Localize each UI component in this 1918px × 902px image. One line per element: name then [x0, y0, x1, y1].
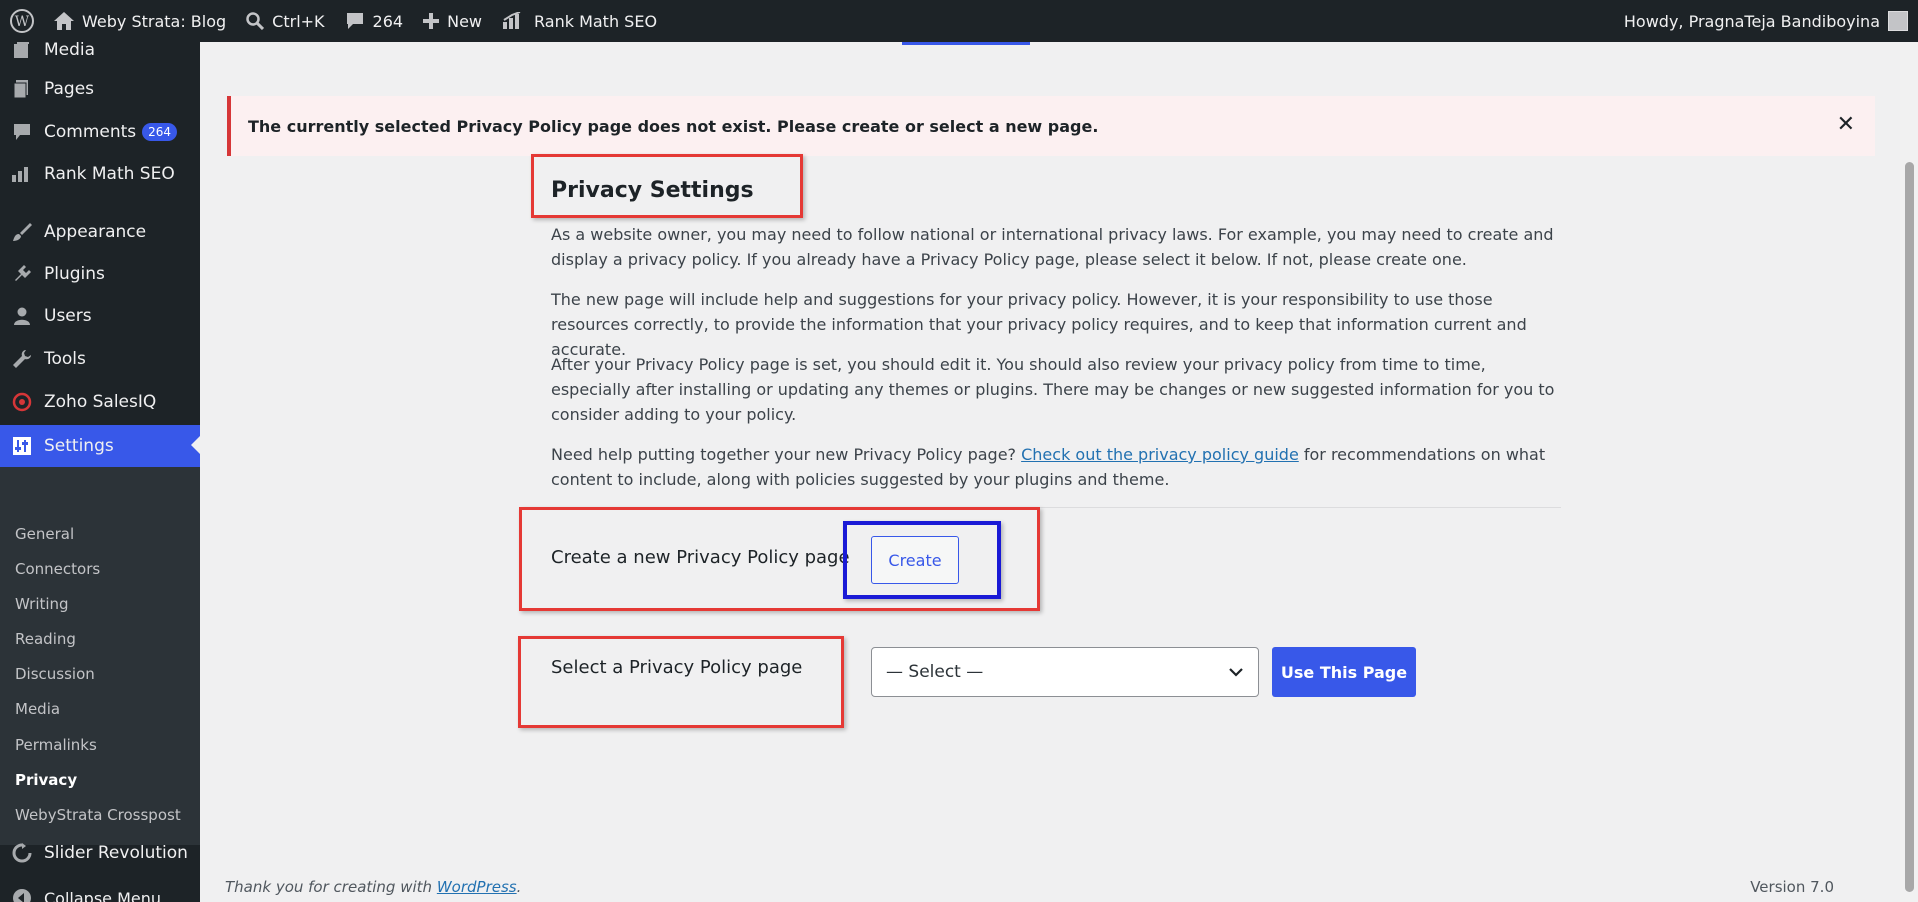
collapse-menu-button[interactable]: Collapse Menu — [0, 878, 200, 902]
menu-item-settings[interactable]: Settings — [0, 425, 200, 467]
comments-link[interactable]: 264 — [335, 0, 414, 42]
privacy-policy-guide-link[interactable]: Check out the privacy policy guide — [1021, 445, 1299, 464]
home-icon — [54, 12, 74, 30]
menu-item-users[interactable]: Users — [0, 296, 200, 336]
menu-item-appearance[interactable]: Appearance — [0, 212, 200, 252]
menu-item-plugins[interactable]: Plugins — [0, 254, 200, 294]
wordpress-link[interactable]: WordPress — [437, 878, 517, 896]
rankmath-icon — [0, 165, 44, 183]
settings-submenu: General Connectors Writing Reading Discu… — [0, 467, 200, 845]
select-page-label: Select a Privacy Policy page — [551, 657, 803, 678]
appearance-icon — [0, 222, 44, 242]
search-icon — [246, 12, 265, 30]
comments-icon — [0, 122, 44, 142]
menu-item-pages[interactable]: Pages — [0, 69, 200, 109]
wrench-icon — [0, 349, 44, 369]
submenu-connectors[interactable]: Connectors — [15, 560, 100, 578]
create-button[interactable]: Create — [871, 536, 959, 584]
submenu-general[interactable]: General — [15, 525, 74, 543]
command-palette-search[interactable]: Ctrl+K — [236, 0, 334, 42]
page-title: Privacy Settings — [551, 178, 754, 203]
privacy-page-select[interactable]: — Select — — [871, 647, 1259, 697]
submenu-permalinks[interactable]: Permalinks — [15, 736, 97, 754]
annotation-box-select — [518, 636, 844, 728]
error-notice: The currently selected Privacy Policy pa… — [227, 96, 1875, 156]
active-tab-indicator — [902, 42, 1030, 45]
submenu-privacy[interactable]: Privacy — [15, 771, 77, 789]
menu-item-rank-math[interactable]: Rank Math SEO — [0, 154, 200, 194]
create-page-label: Create a new Privacy Policy page — [551, 547, 850, 568]
svg-text:W: W — [15, 14, 30, 30]
comments-count-badge: 264 — [142, 123, 178, 141]
footer-thanks: Thank you for creating with WordPress. — [225, 878, 522, 896]
new-content-link[interactable]: New — [413, 0, 492, 42]
submenu-media[interactable]: Media — [15, 700, 60, 718]
rank-math-link[interactable]: Rank Math SEO — [492, 0, 667, 42]
submenu-writing[interactable]: Writing — [15, 595, 69, 613]
main-content: The currently selected Privacy Policy pa… — [200, 42, 1900, 902]
rankmath-icon — [502, 12, 524, 30]
scrollbar[interactable] — [1900, 42, 1918, 902]
my-account-link[interactable]: Howdy, PragnaTeja Bandiboyina — [1614, 0, 1908, 42]
review-paragraph: After your Privacy Policy page is set, y… — [551, 355, 1555, 424]
menu-item-media[interactable]: Media — [0, 42, 200, 70]
collapse-icon — [0, 888, 44, 902]
chevron-down-icon — [1228, 664, 1244, 685]
submenu-webystrata-crosspost[interactable]: WebyStrata Crosspost — [15, 806, 181, 824]
scrollbar-thumb[interactable] — [1905, 162, 1914, 892]
submenu-discussion[interactable]: Discussion — [15, 665, 95, 683]
submenu-reading[interactable]: Reading — [15, 630, 76, 648]
use-this-page-button[interactable]: Use This Page — [1272, 647, 1416, 697]
pages-icon — [0, 79, 44, 99]
comment-bubble-icon — [345, 12, 365, 30]
zoho-icon — [0, 392, 44, 412]
admin-bar: W Weby Strata: Blog Ctrl+K 264 New Rank … — [0, 0, 1918, 42]
menu-item-tools[interactable]: Tools — [0, 339, 200, 379]
menu-item-slider-revolution[interactable]: Slider Revolution — [0, 833, 200, 873]
menu-item-comments[interactable]: Comments 264 — [0, 112, 200, 152]
menu-item-zoho-salesiq[interactable]: Zoho SalesIQ — [0, 382, 200, 422]
refresh-icon — [0, 843, 44, 863]
admin-sidebar: Media Pages Comments 264 Rank Math SEO A… — [0, 42, 200, 902]
media-icon — [0, 42, 44, 60]
plus-icon — [423, 13, 440, 29]
close-icon[interactable]: ✕ — [1837, 112, 1855, 137]
settings-icon — [0, 436, 44, 456]
guide-paragraph: Need help putting together your new Priv… — [551, 445, 1546, 489]
responsibility-paragraph: The new page will include help and sugge… — [551, 290, 1527, 359]
site-name-link[interactable]: Weby Strata: Blog — [44, 0, 236, 42]
intro-paragraph: As a website owner, you may need to foll… — [551, 225, 1554, 269]
avatar — [1888, 11, 1908, 31]
footer-version: Version 7.0 — [1750, 878, 1834, 896]
wordpress-logo-icon[interactable]: W — [0, 0, 44, 42]
plugins-icon — [0, 264, 44, 284]
users-icon — [0, 306, 44, 326]
